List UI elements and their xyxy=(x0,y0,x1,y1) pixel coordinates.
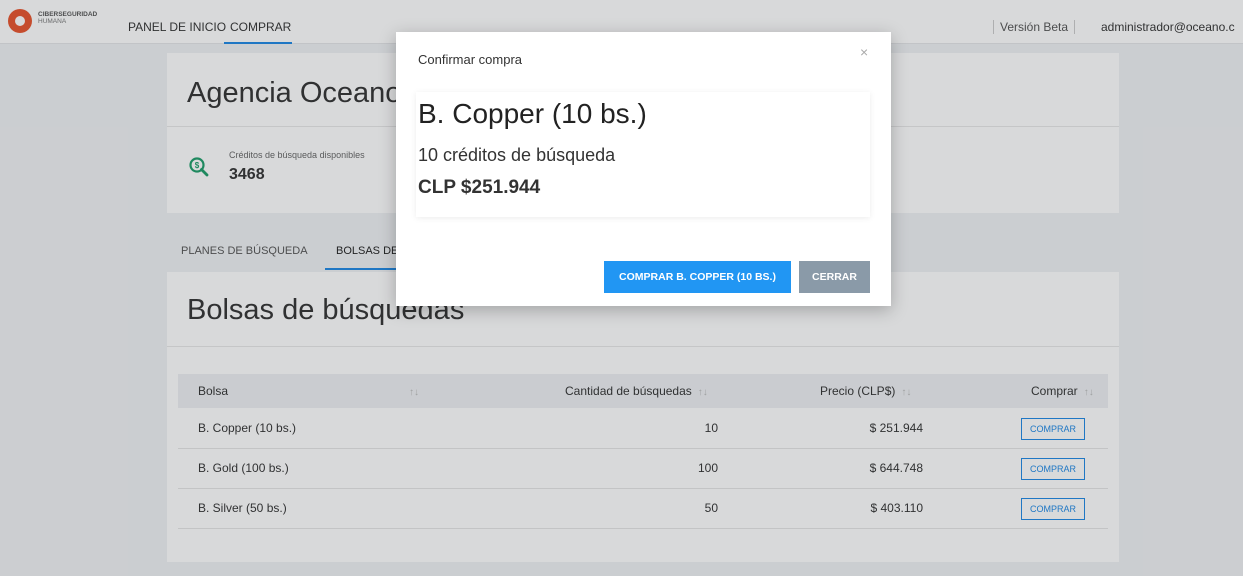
product-credits: 10 créditos de búsqueda xyxy=(418,145,616,165)
product-price: CLP $251.944 xyxy=(418,177,541,198)
cerrar-button[interactable]: CERRAR xyxy=(799,261,870,293)
dialog-title: Confirmar compra xyxy=(418,52,523,67)
confirm-purchase-dialog: Confirmar compra × B. Copper (10 bs.) 10… xyxy=(396,32,891,306)
confirm-buy-button[interactable]: COMPRAR B. COPPER (10 BS.) xyxy=(604,261,791,293)
purchase-summary: B. Copper (10 bs.) 10 créditos de búsque… xyxy=(416,92,870,217)
product-name: B. Copper (10 bs.) xyxy=(418,98,647,129)
close-icon[interactable]: × xyxy=(860,44,868,60)
